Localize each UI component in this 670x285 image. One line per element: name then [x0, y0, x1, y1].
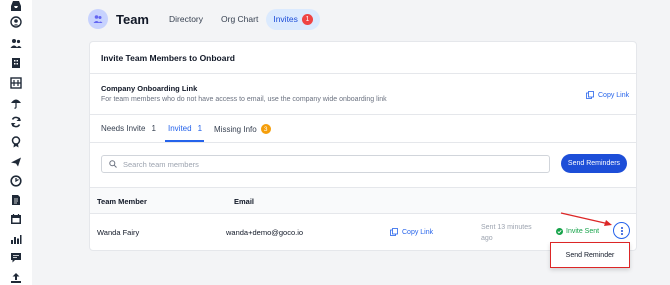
- document-icon[interactable]: [10, 194, 22, 206]
- divider: [90, 142, 636, 143]
- budget-icon[interactable]: [10, 77, 22, 89]
- member-email: wanda+demo@goco.io: [226, 228, 304, 237]
- company-copy-link-button[interactable]: Copy Link: [586, 91, 629, 99]
- clock-icon[interactable]: [10, 175, 22, 187]
- dot: [620, 229, 623, 232]
- copy-link-label: Copy Link: [598, 91, 630, 99]
- send-reminder-menu-item[interactable]: Send Reminder: [566, 252, 615, 259]
- team-people-icon: [88, 9, 108, 29]
- copy-icon: [390, 228, 398, 236]
- copy-link-label: Copy Link: [402, 228, 434, 236]
- missing-info-count-badge: 3: [260, 124, 271, 134]
- tab-directory[interactable]: Directory: [169, 14, 203, 24]
- award-icon[interactable]: [10, 136, 22, 148]
- building-icon[interactable]: [10, 57, 22, 69]
- chat-icon[interactable]: [10, 252, 22, 264]
- tab-label: Invited: [168, 124, 192, 133]
- divider: [90, 114, 636, 115]
- member-name: Wanda Fairy: [97, 228, 140, 237]
- tab-label: Needs Invite: [101, 124, 146, 133]
- tab-invites[interactable]: Invites 1: [266, 8, 320, 30]
- sent-timestamp: Sent 13 minutes ago: [481, 224, 532, 242]
- upload-icon[interactable]: [10, 272, 22, 284]
- search-icon: [109, 160, 117, 168]
- search-box[interactable]: [101, 155, 550, 173]
- tab-invited[interactable]: Invited 1: [168, 124, 202, 133]
- invites-count-badge: 1: [301, 13, 313, 25]
- member-copy-link-button[interactable]: Copy Link: [390, 228, 433, 236]
- divider: [90, 73, 636, 74]
- tab-needs-invite[interactable]: Needs Invite 1: [101, 124, 156, 133]
- annotation-arrow: [560, 212, 612, 226]
- tab-count: 1: [151, 124, 156, 133]
- refresh-icon[interactable]: [10, 116, 22, 128]
- people-icon[interactable]: [10, 37, 22, 49]
- calendar-icon[interactable]: [10, 213, 22, 225]
- column-header-email: Email: [234, 197, 255, 206]
- row-actions-dropdown: Send Reminder: [550, 242, 630, 268]
- copy-icon: [586, 91, 594, 99]
- onboarding-link-subtitle: For team members who do not have access …: [101, 96, 387, 103]
- user-circle-icon[interactable]: [10, 16, 22, 28]
- page-title: Team: [116, 11, 149, 27]
- tab-missing-info[interactable]: Missing Info 3: [214, 124, 271, 134]
- tab-org-chart[interactable]: Org Chart: [221, 14, 258, 24]
- dot: [620, 226, 623, 229]
- table-header: Team Member Email: [90, 187, 636, 214]
- onboarding-link-title: Company Onboarding Link: [101, 84, 198, 93]
- inbox-icon[interactable]: [10, 0, 22, 12]
- page-header: Team Directory Org Chart Invites 1: [88, 7, 320, 31]
- dot: [620, 232, 623, 235]
- chart-icon[interactable]: [10, 233, 22, 245]
- column-header-team-member: Team Member: [97, 197, 147, 206]
- card-title: Invite Team Members to Onboard: [101, 53, 235, 63]
- search-input[interactable]: [123, 159, 523, 169]
- umbrella-icon[interactable]: [10, 97, 22, 109]
- sidebar: [0, 0, 32, 285]
- invite-card: Invite Team Members to Onboard Company O…: [89, 41, 637, 251]
- tab-count: 1: [197, 124, 203, 133]
- tab-label: Missing Info: [214, 124, 257, 134]
- plane-icon[interactable]: [10, 156, 22, 168]
- tab-invites-label: Invites: [273, 14, 298, 24]
- send-reminders-button[interactable]: Send Reminders: [561, 154, 627, 173]
